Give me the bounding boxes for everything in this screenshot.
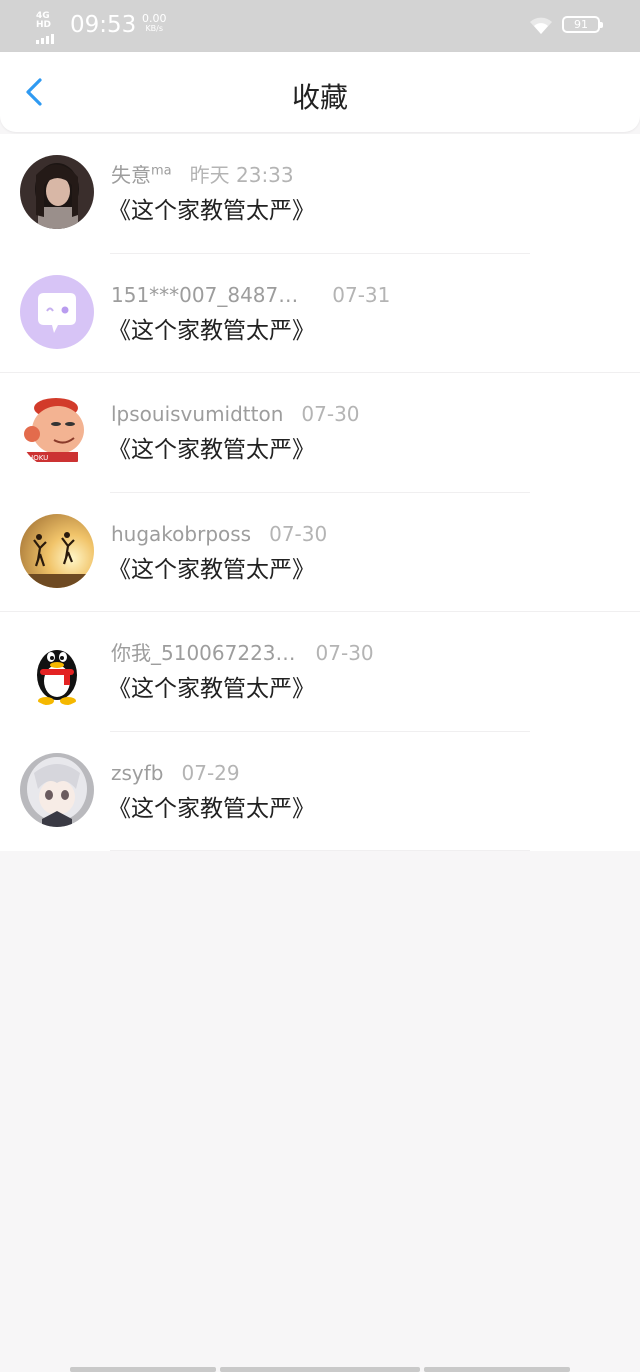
- username-suffix: ma: [151, 163, 172, 179]
- avatar: [20, 274, 94, 349]
- avatar: HOKU: [20, 394, 94, 468]
- username: 151***007_8487…: [111, 282, 299, 307]
- avatar: [20, 155, 94, 229]
- book-title: 《这个家教管太严》: [108, 795, 315, 822]
- book-title: 《这个家教管太严》: [108, 556, 315, 583]
- timestamp: 07-30: [301, 402, 360, 426]
- timestamp: 昨天 23:33: [189, 163, 294, 187]
- item-meta: lpsouisvumidtton 07-30: [111, 399, 360, 429]
- username: lpsouisvumidtton: [111, 402, 284, 426]
- network-speed-unit: KB/s: [145, 24, 164, 33]
- divider: [110, 850, 530, 851]
- username: zsyfb: [111, 760, 164, 785]
- book-title: 《这个家教管太严》: [108, 317, 315, 344]
- avatar: [20, 633, 94, 707]
- list-item[interactable]: 你我_510067223… 07-30 《这个家教管太严》: [0, 612, 640, 732]
- item-meta: zsyfb 07-29: [111, 758, 240, 788]
- avatar: [20, 513, 94, 588]
- item-meta: 失意ma 昨天 23:33: [111, 160, 294, 190]
- list-item[interactable]: hugakobrposs 07-30 《这个家教管太严》: [0, 492, 640, 612]
- status-time: 09:53: [70, 12, 137, 38]
- timestamp: 07-30: [315, 641, 374, 665]
- empty-area: [0, 852, 640, 1372]
- favorites-list: 失意ma 昨天 23:33 《这个家教管太严》 151***007_8487… 07…: [0, 134, 640, 851]
- list-item[interactable]: HOKU lpsouisvumidtton 07-30 《这个家教管太严》: [0, 373, 640, 493]
- book-title: 《这个家教管太严》: [108, 676, 315, 702]
- book-title: 《这个家教管太严》: [108, 437, 315, 463]
- timestamp: 07-30: [269, 521, 328, 546]
- cellular-signal-icon: 4G HD: [36, 12, 64, 44]
- navigation-header: 收藏: [0, 52, 640, 132]
- item-meta: 你我_510067223… 07-30: [111, 638, 374, 668]
- list-item[interactable]: 151***007_8487… 07-31 《这个家教管太严》: [0, 253, 640, 373]
- battery-level: 91: [574, 18, 588, 31]
- timestamp: 07-29: [181, 760, 240, 785]
- item-meta: hugakobrposs 07-30: [111, 519, 327, 549]
- svg-text:HOKU: HOKU: [28, 454, 48, 462]
- username: 你我_510067223…: [111, 641, 296, 665]
- battery-icon: 91: [562, 16, 603, 33]
- list-item[interactable]: zsyfb 07-29 《这个家教管太严》: [0, 731, 640, 851]
- home-indicator[interactable]: [70, 1367, 570, 1372]
- timestamp: 07-31: [332, 282, 391, 307]
- username: hugakobrposs: [111, 521, 252, 546]
- status-bar: 4G HD 09:53 0.00 KB/s 91: [0, 0, 640, 52]
- page-title: 收藏: [291, 81, 348, 114]
- wifi-icon: [528, 14, 554, 36]
- username: 失意ma: [111, 163, 172, 187]
- book-title: 《这个家教管太严》: [108, 198, 315, 224]
- list-item[interactable]: 失意ma 昨天 23:33 《这个家教管太严》: [0, 134, 640, 254]
- back-button[interactable]: [14, 72, 54, 112]
- network-speed: 0.00 KB/s: [142, 13, 167, 34]
- chevron-left-icon: [26, 78, 42, 106]
- item-meta: 151***007_8487… 07-31: [111, 280, 390, 310]
- avatar: [20, 752, 94, 827]
